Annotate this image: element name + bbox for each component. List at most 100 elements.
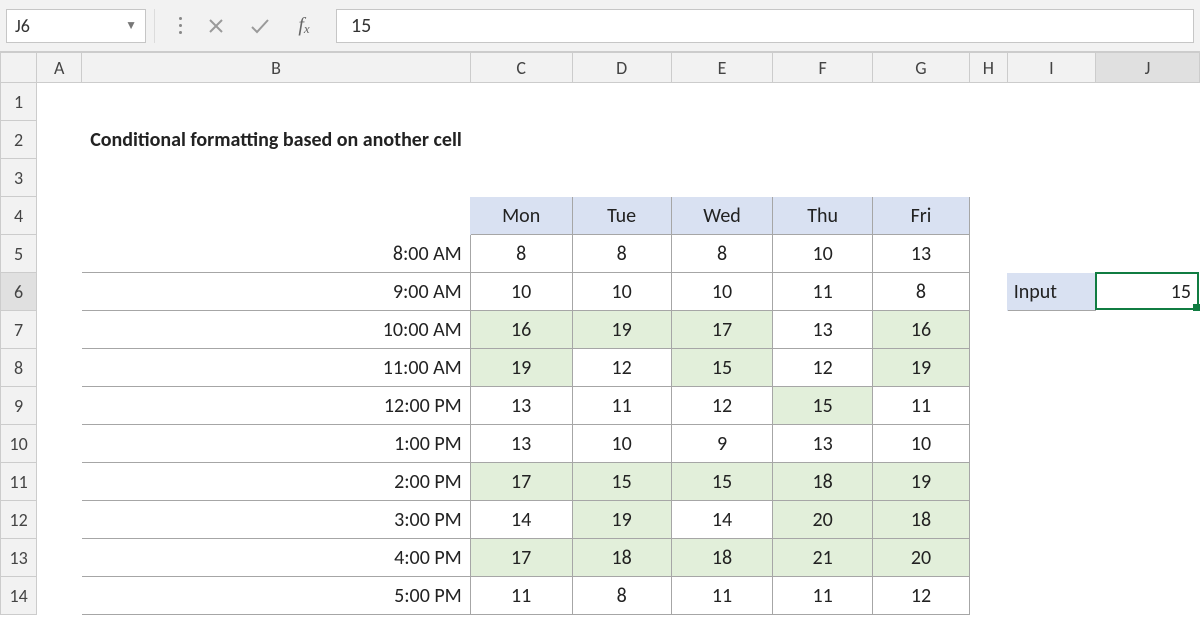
data-cell[interactable]: 10 — [671, 273, 773, 311]
column-header-C[interactable]: C — [470, 53, 572, 83]
data-cell[interactable]: 15 — [773, 387, 873, 425]
cell-H7[interactable] — [969, 311, 1007, 349]
data-cell[interactable]: 17 — [470, 463, 572, 501]
cell-A6[interactable] — [37, 273, 82, 311]
cell-I8[interactable] — [1007, 349, 1095, 387]
data-cell[interactable]: 13 — [470, 425, 572, 463]
data-cell[interactable]: 12 — [671, 387, 773, 425]
cell-G1[interactable] — [873, 83, 970, 121]
time-label[interactable]: 2:00 PM — [82, 463, 471, 501]
data-cell[interactable]: 16 — [873, 311, 970, 349]
data-cell[interactable]: 9 — [671, 425, 773, 463]
data-cell[interactable]: 12 — [572, 349, 671, 387]
day-header-mon[interactable]: Mon — [470, 197, 572, 235]
data-cell[interactable]: 10 — [773, 235, 873, 273]
column-header-F[interactable]: F — [773, 53, 873, 83]
cell-H4[interactable] — [969, 197, 1007, 235]
data-cell[interactable]: 14 — [470, 501, 572, 539]
cell-A10[interactable] — [37, 425, 82, 463]
formula-input[interactable]: 15 — [336, 9, 1194, 43]
cell-J14[interactable] — [1096, 577, 1200, 615]
data-cell[interactable]: 20 — [773, 501, 873, 539]
cell-J10[interactable] — [1096, 425, 1200, 463]
data-cell[interactable]: 21 — [773, 539, 873, 577]
cell-I12[interactable] — [1007, 501, 1095, 539]
column-header-B[interactable]: B — [82, 53, 471, 83]
column-header-D[interactable]: D — [572, 53, 671, 83]
cell-A9[interactable] — [37, 387, 82, 425]
data-cell[interactable]: 18 — [572, 539, 671, 577]
data-cell[interactable]: 10 — [572, 425, 671, 463]
cell-J1[interactable] — [1096, 83, 1200, 121]
cell-H2[interactable] — [969, 121, 1007, 159]
data-cell[interactable]: 16 — [470, 311, 572, 349]
column-header-I[interactable]: I — [1007, 53, 1095, 83]
row-header-4[interactable]: 4 — [1, 197, 37, 235]
cell-G3[interactable] — [873, 159, 970, 197]
cell-H5[interactable] — [969, 235, 1007, 273]
row-header-10[interactable]: 10 — [1, 425, 37, 463]
cell-F3[interactable] — [773, 159, 873, 197]
cell-H3[interactable] — [969, 159, 1007, 197]
cell-H12[interactable] — [969, 501, 1007, 539]
data-cell[interactable]: 15 — [671, 463, 773, 501]
cell-I4[interactable] — [1007, 197, 1095, 235]
cell-A5[interactable] — [37, 235, 82, 273]
cell-H13[interactable] — [969, 539, 1007, 577]
cell-H1[interactable] — [969, 83, 1007, 121]
input-label[interactable]: Input — [1007, 273, 1095, 311]
data-cell[interactable]: 20 — [873, 539, 970, 577]
data-cell[interactable]: 13 — [773, 425, 873, 463]
cell-I9[interactable] — [1007, 387, 1095, 425]
data-cell[interactable]: 18 — [873, 501, 970, 539]
data-cell[interactable]: 11 — [773, 273, 873, 311]
cancel-icon[interactable] — [196, 9, 236, 43]
cell-H11[interactable] — [969, 463, 1007, 501]
day-header-fri[interactable]: Fri — [873, 197, 970, 235]
data-cell[interactable]: 18 — [671, 539, 773, 577]
cell-E2[interactable] — [671, 121, 773, 159]
cell-J8[interactable] — [1096, 349, 1200, 387]
select-all-corner[interactable] — [1, 53, 37, 83]
data-cell[interactable]: 13 — [470, 387, 572, 425]
data-cell[interactable]: 8 — [470, 235, 572, 273]
cell-F2[interactable] — [773, 121, 873, 159]
data-cell[interactable]: 17 — [470, 539, 572, 577]
cell-I3[interactable] — [1007, 159, 1095, 197]
time-label[interactable]: 11:00 AM — [82, 349, 471, 387]
data-cell[interactable]: 19 — [572, 501, 671, 539]
data-cell[interactable]: 15 — [671, 349, 773, 387]
cell-I10[interactable] — [1007, 425, 1095, 463]
cell-I1[interactable] — [1007, 83, 1095, 121]
cell-I13[interactable] — [1007, 539, 1095, 577]
data-cell[interactable]: 12 — [873, 577, 970, 615]
cell-A11[interactable] — [37, 463, 82, 501]
data-cell[interactable]: 11 — [773, 577, 873, 615]
cell-A8[interactable] — [37, 349, 82, 387]
row-header-14[interactable]: 14 — [1, 577, 37, 615]
cell-J2[interactable] — [1096, 121, 1200, 159]
row-header-6[interactable]: 6 — [1, 273, 37, 311]
cell-D1[interactable] — [572, 83, 671, 121]
data-cell[interactable]: 13 — [773, 311, 873, 349]
day-header-thu[interactable]: Thu — [773, 197, 873, 235]
cell-A4[interactable] — [37, 197, 82, 235]
cell-A7[interactable] — [37, 311, 82, 349]
cell-D3[interactable] — [572, 159, 671, 197]
cell-J7[interactable] — [1096, 311, 1200, 349]
cell-J9[interactable] — [1096, 387, 1200, 425]
time-label[interactable]: 3:00 PM — [82, 501, 471, 539]
drag-handle-icon[interactable] — [174, 17, 186, 34]
data-cell[interactable]: 10 — [572, 273, 671, 311]
cell-A12[interactable] — [37, 501, 82, 539]
cell-F1[interactable] — [773, 83, 873, 121]
enter-icon[interactable] — [240, 9, 280, 43]
data-cell[interactable]: 8 — [873, 273, 970, 311]
time-label[interactable]: 1:00 PM — [82, 425, 471, 463]
cell-B1[interactable] — [82, 83, 471, 121]
data-cell[interactable]: 11 — [671, 577, 773, 615]
spreadsheet-grid[interactable]: ABCDEFGHIJ 12Conditional formatting base… — [0, 52, 1200, 615]
column-header-J[interactable]: J — [1096, 53, 1200, 83]
cell-E1[interactable] — [671, 83, 773, 121]
row-header-13[interactable]: 13 — [1, 539, 37, 577]
